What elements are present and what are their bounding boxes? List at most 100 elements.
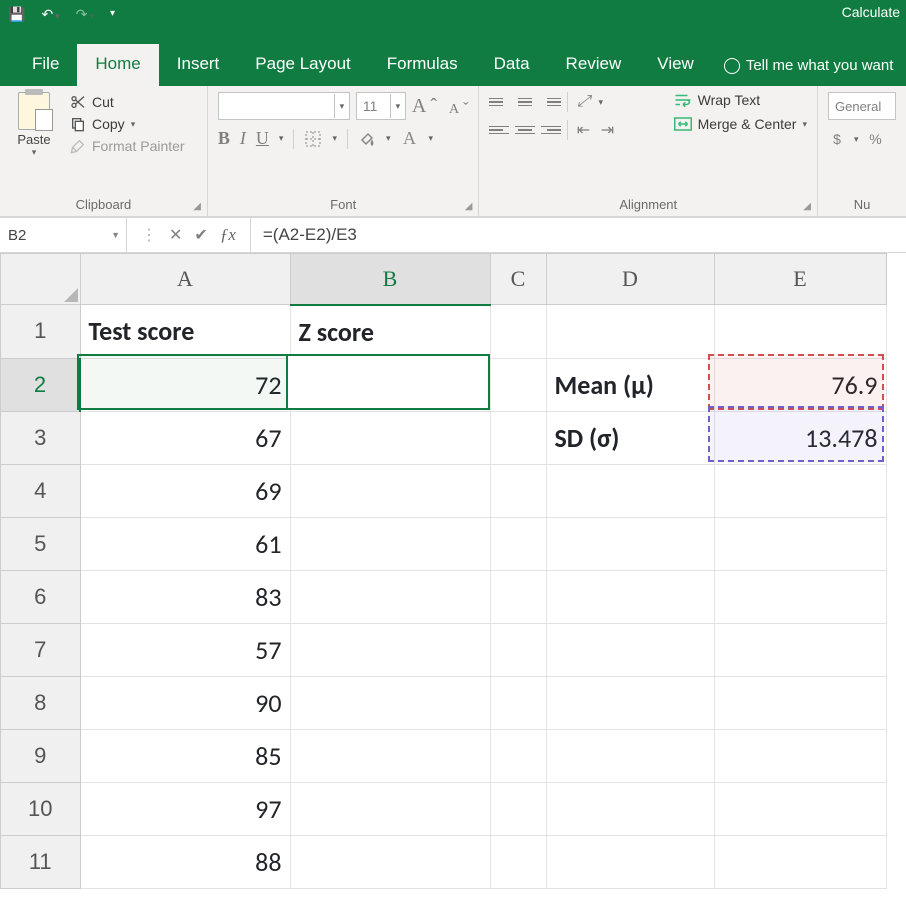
cell-E1[interactable] [714, 305, 886, 359]
row-header-7[interactable]: 7 [1, 623, 81, 676]
grow-shrink-font[interactable]: Aˆ Aˇ [412, 95, 469, 118]
wrap-text-button[interactable]: Wrap Text [674, 92, 807, 108]
tab-page-layout[interactable]: Page Layout [237, 44, 368, 86]
increase-indent-button[interactable]: ⇥ [598, 121, 616, 139]
cell-D11[interactable] [546, 835, 714, 888]
cell-A10[interactable]: 97 [80, 782, 290, 835]
undo-icon[interactable]: ↶▾ [41, 7, 59, 21]
decrease-indent-button[interactable]: ⇤ [574, 121, 592, 139]
cell-C3[interactable] [490, 411, 546, 464]
spreadsheet-grid[interactable]: A B C D E 1 Test score Z score 2 72 =(A2… [0, 253, 906, 889]
accept-formula-button[interactable]: ✔ [194, 225, 207, 245]
borders-button[interactable] [304, 130, 322, 148]
col-header-C[interactable]: C [490, 254, 546, 305]
row-header-9[interactable]: 9 [1, 729, 81, 782]
cell-E7[interactable] [714, 623, 886, 676]
cell-C4[interactable] [490, 464, 546, 517]
cell-A7[interactable]: 57 [80, 623, 290, 676]
cell-A8[interactable]: 90 [80, 676, 290, 729]
cell-D7[interactable] [546, 623, 714, 676]
cell-E2[interactable]: 76.9 [714, 358, 886, 411]
select-all-corner[interactable] [1, 254, 81, 305]
font-name-combo[interactable]: ▾ [218, 92, 350, 120]
cell-D3[interactable]: SD (σ) [546, 411, 714, 464]
cell-C2[interactable] [490, 358, 546, 411]
align-bottom-button[interactable] [541, 93, 561, 111]
row-header-8[interactable]: 8 [1, 676, 81, 729]
cell-C8[interactable] [490, 676, 546, 729]
accounting-format-button[interactable]: $ [828, 130, 846, 148]
cell-B1[interactable]: Z score [290, 305, 490, 359]
tab-insert[interactable]: Insert [159, 44, 238, 86]
cell-C6[interactable] [490, 570, 546, 623]
cell-B8[interactable] [290, 676, 490, 729]
cell-B7[interactable] [290, 623, 490, 676]
cell-D4[interactable] [546, 464, 714, 517]
cell-B6[interactable] [290, 570, 490, 623]
cell-E3[interactable]: 13.478 [714, 411, 886, 464]
cell-D9[interactable] [546, 729, 714, 782]
cell-A4[interactable]: 69 [80, 464, 290, 517]
cell-A6[interactable]: 83 [80, 570, 290, 623]
tab-review[interactable]: Review [548, 44, 640, 86]
align-middle-button[interactable] [515, 93, 535, 111]
cell-E11[interactable] [714, 835, 886, 888]
row-header-5[interactable]: 5 [1, 517, 81, 570]
cell-A5[interactable]: 61 [80, 517, 290, 570]
cell-C10[interactable] [490, 782, 546, 835]
col-header-B[interactable]: B [290, 254, 490, 305]
font-size-combo[interactable]: 11▾ [356, 92, 406, 120]
cell-C5[interactable] [490, 517, 546, 570]
dialog-launcher-icon[interactable]: ◢ [193, 201, 201, 212]
cell-A9[interactable]: 85 [80, 729, 290, 782]
orientation-button[interactable]: ⤢ [574, 93, 592, 111]
bold-button[interactable]: B [218, 128, 230, 149]
row-header-10[interactable]: 10 [1, 782, 81, 835]
italic-button[interactable]: I [240, 128, 246, 149]
cell-D5[interactable] [546, 517, 714, 570]
cell-D6[interactable] [546, 570, 714, 623]
cell-D8[interactable] [546, 676, 714, 729]
align-right-button[interactable] [541, 121, 561, 139]
qat-customize-icon[interactable]: ▾ [110, 9, 115, 19]
cell-B5[interactable] [290, 517, 490, 570]
merge-center-button[interactable]: Merge & Center ▾ [674, 116, 807, 132]
cell-B10[interactable] [290, 782, 490, 835]
tab-file[interactable]: File [14, 44, 77, 86]
cell-B4[interactable] [290, 464, 490, 517]
format-painter-button[interactable]: Format Painter [66, 136, 189, 156]
tab-home[interactable]: Home [77, 44, 158, 86]
cut-button[interactable]: Cut [66, 92, 189, 112]
cell-D1[interactable] [546, 305, 714, 359]
tab-view[interactable]: View [639, 44, 712, 86]
row-header-2[interactable]: 2 [1, 358, 81, 411]
dialog-launcher-icon[interactable]: ◢ [803, 201, 811, 212]
tell-me-search[interactable]: Tell me what you want [712, 47, 900, 86]
col-header-A[interactable]: A [80, 254, 290, 305]
col-header-D[interactable]: D [546, 254, 714, 305]
dialog-launcher-icon[interactable]: ◢ [465, 201, 473, 212]
cell-E5[interactable] [714, 517, 886, 570]
row-header-4[interactable]: 4 [1, 464, 81, 517]
cell-A11[interactable]: 88 [80, 835, 290, 888]
cancel-formula-button[interactable]: ✕ [169, 225, 182, 245]
cell-E10[interactable] [714, 782, 886, 835]
name-box[interactable]: B2 ▼ [0, 218, 127, 252]
row-header-11[interactable]: 11 [1, 835, 81, 888]
tab-formulas[interactable]: Formulas [369, 44, 476, 86]
row-header-1[interactable]: 1 [1, 305, 81, 359]
cell-E8[interactable] [714, 676, 886, 729]
chevron-down-icon[interactable]: ▼ [111, 230, 120, 240]
row-header-3[interactable]: 3 [1, 411, 81, 464]
save-icon[interactable]: 💾 [8, 7, 25, 21]
cell-B9[interactable] [290, 729, 490, 782]
row-header-6[interactable]: 6 [1, 570, 81, 623]
underline-button[interactable]: U [256, 128, 269, 149]
cell-E9[interactable] [714, 729, 886, 782]
cell-B2[interactable]: =(A2-E2)/E3 [290, 358, 490, 411]
align-left-button[interactable] [489, 121, 509, 139]
cell-C7[interactable] [490, 623, 546, 676]
cell-D2[interactable]: Mean (µ) [546, 358, 714, 411]
col-header-E[interactable]: E [714, 254, 886, 305]
tab-data[interactable]: Data [476, 44, 548, 86]
